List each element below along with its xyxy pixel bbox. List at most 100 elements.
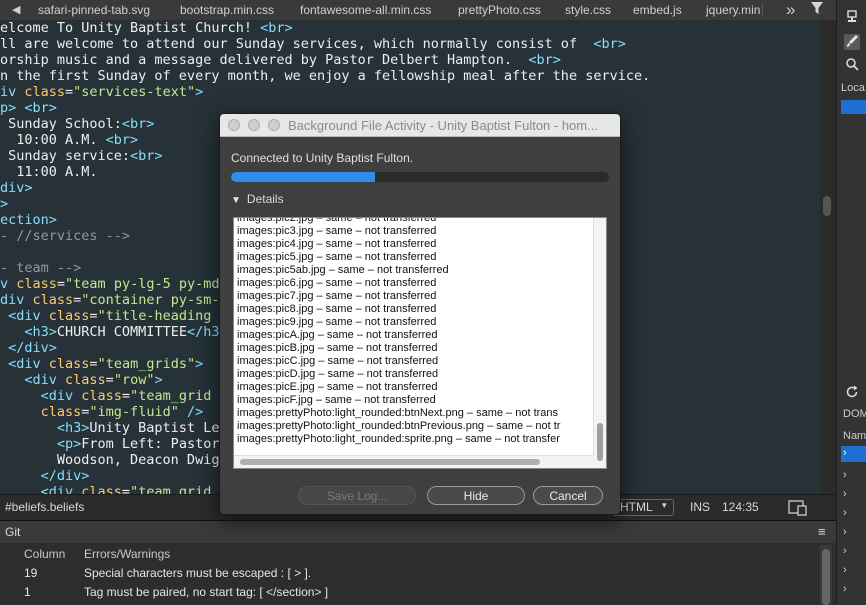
code-token: = xyxy=(65,84,74,100)
error-message[interactable]: Tag must be paired, no start tag: [ </se… xyxy=(84,585,328,599)
expand-icon[interactable]: › xyxy=(843,507,847,519)
code-token: class xyxy=(48,356,90,372)
log-horizontal-scrollbar-thumb[interactable] xyxy=(240,459,540,465)
brush-icon[interactable] xyxy=(844,34,860,50)
git-scrollbar-thumb[interactable] xyxy=(822,549,830,605)
log-entry: images:picC.jpg – same – not transferred xyxy=(237,355,439,367)
code-token: CHURCH COMMITTEE xyxy=(56,324,187,340)
code-token: <br> xyxy=(130,148,163,164)
preview-device-icon[interactable] xyxy=(788,500,808,519)
local-files-selection[interactable] xyxy=(841,100,866,114)
dialog-titlebar[interactable]: Background File Activity - Unity Baptist… xyxy=(220,114,620,137)
code-line: p> <br> xyxy=(0,100,57,116)
code-token: - team --> xyxy=(0,260,82,276)
code-token: <br> xyxy=(105,132,139,148)
error-message[interactable]: Special characters must be escaped : [ >… xyxy=(84,566,311,580)
disclosure-triangle-icon[interactable]: ▼ xyxy=(231,195,241,206)
code-token: div> xyxy=(0,180,33,196)
code-token: = xyxy=(56,276,66,292)
code-token: /> xyxy=(178,404,204,420)
search-icon[interactable] xyxy=(844,57,860,73)
code-line: Woodson, Deacon Dwight xyxy=(0,452,236,468)
code-token: <br> xyxy=(593,36,626,52)
git-scrollbar[interactable] xyxy=(820,545,832,605)
code-token: "row" xyxy=(113,372,155,388)
insert-mode[interactable]: INS xyxy=(690,500,710,514)
tab-bootstrap-css[interactable]: bootstrap.min.css xyxy=(180,3,274,17)
code-line: div> xyxy=(0,180,33,196)
git-tab[interactable]: Git xyxy=(5,525,20,539)
code-line: <h3>CHURCH COMMITTEE</h3> xyxy=(0,324,227,340)
code-token: orship music and a message delivered by … xyxy=(0,52,529,68)
log-vertical-scrollbar-thumb[interactable] xyxy=(597,423,603,461)
tab-scroll-left-icon[interactable]: ◀ xyxy=(12,3,20,16)
expand-icon[interactable]: › xyxy=(843,526,847,538)
errors-header: Errors/Warnings xyxy=(84,547,171,561)
chevron-down-icon: ▾ xyxy=(662,500,667,510)
code-line: iv class="services-text"> xyxy=(0,84,203,100)
tab-embed-js[interactable]: embed.js xyxy=(633,3,682,17)
code-token: > xyxy=(154,372,163,388)
code-token: <div xyxy=(0,484,82,494)
editor-scrollbar-thumb[interactable] xyxy=(823,196,831,216)
code-token: <br> xyxy=(260,20,293,36)
log-entry: images:pic8.jpg – same – not transferred xyxy=(237,303,437,315)
expand-icon[interactable]: › xyxy=(843,583,847,595)
language-select-value: HTML xyxy=(620,500,653,514)
tab-prettyphoto-css[interactable]: prettyPhoto.css xyxy=(458,3,541,17)
log-entry: images:pic3.jpg – same – not transferred xyxy=(237,225,437,237)
log-entry: images:pic7.jpg – same – not transferred xyxy=(237,290,437,302)
log-entry: images:pic2.jpg – same – not transferred xyxy=(237,217,437,224)
tab-style-css[interactable]: style.css xyxy=(565,3,611,17)
log-entry: images:picD.jpg – same – not transferred xyxy=(237,368,439,380)
hide-button[interactable]: Hide xyxy=(427,486,525,505)
code-token: "team py-lg-5 py-md-4 xyxy=(65,276,236,292)
local-files-label: Loca xyxy=(841,82,865,94)
dom-panel-label[interactable]: DOM xyxy=(843,408,866,420)
log-entry: images:pic9.jpg – same – not transferred xyxy=(237,316,437,328)
log-horizontal-scrollbar[interactable] xyxy=(234,455,594,468)
panel-menu-icon[interactable]: ≡ xyxy=(818,524,826,539)
tab-jquery[interactable]: jquery.min xyxy=(706,3,764,17)
zoom-window-button[interactable] xyxy=(268,119,280,131)
code-line: 11:00 A.M. xyxy=(0,164,97,180)
tab-fontawesome-css[interactable]: fontawesome-all.min.css xyxy=(300,3,431,17)
code-line: - team --> xyxy=(0,260,81,276)
log-entry: images:prettyPhoto:light_rounded:sprite.… xyxy=(237,433,560,445)
code-token: class xyxy=(32,292,74,308)
expand-icon[interactable]: › xyxy=(843,488,847,500)
expand-icon[interactable]: › xyxy=(843,469,847,481)
code-token: class xyxy=(65,372,106,388)
tag-selector[interactable]: #beliefs.beliefs xyxy=(5,500,84,514)
refresh-icon[interactable] xyxy=(844,385,860,401)
git-panel: Git ≡ Column Errors/Warnings 19 Special … xyxy=(0,520,836,605)
code-line: <div class="row"> xyxy=(0,372,163,388)
log-entry: images:picE.jpg – same – not transferred xyxy=(237,381,438,393)
code-token: "services-text" xyxy=(73,84,196,100)
code-token: = xyxy=(105,372,114,388)
close-window-button[interactable] xyxy=(228,119,240,131)
details-toggle[interactable]: ▼ Details xyxy=(231,192,284,206)
expand-icon[interactable]: › xyxy=(843,447,847,459)
cancel-button[interactable]: Cancel xyxy=(533,486,603,505)
tab-overflow-icon[interactable]: » xyxy=(786,0,795,20)
log-entry: images:prettyPhoto:light_rounded:btnNext… xyxy=(237,407,559,419)
code-token: > xyxy=(0,196,9,212)
trophy-icon[interactable] xyxy=(844,10,860,26)
right-panel: Loca DOM Nam › › › › › › › › xyxy=(836,0,866,604)
minimize-window-button[interactable] xyxy=(248,119,260,131)
code-token: class xyxy=(81,484,122,494)
editor-scrollbar[interactable] xyxy=(820,20,836,494)
code-token: <h3> xyxy=(0,324,57,340)
expand-icon[interactable]: › xyxy=(843,564,847,576)
activity-log[interactable]: images:pic2.jpg – same – not transferred… xyxy=(233,217,607,469)
tab-safari-pinned[interactable]: safari-pinned-tab.svg xyxy=(38,3,150,17)
save-log-button[interactable]: Save Log... xyxy=(298,486,416,505)
expand-icon[interactable]: › xyxy=(843,545,847,557)
code-line: orship music and a message delivered by … xyxy=(0,52,561,68)
filter-icon[interactable] xyxy=(811,2,823,18)
transfer-progress-bar xyxy=(231,172,609,182)
code-token: <div xyxy=(0,356,49,372)
log-vertical-scrollbar[interactable] xyxy=(593,218,606,468)
code-token: </div> xyxy=(0,340,57,356)
